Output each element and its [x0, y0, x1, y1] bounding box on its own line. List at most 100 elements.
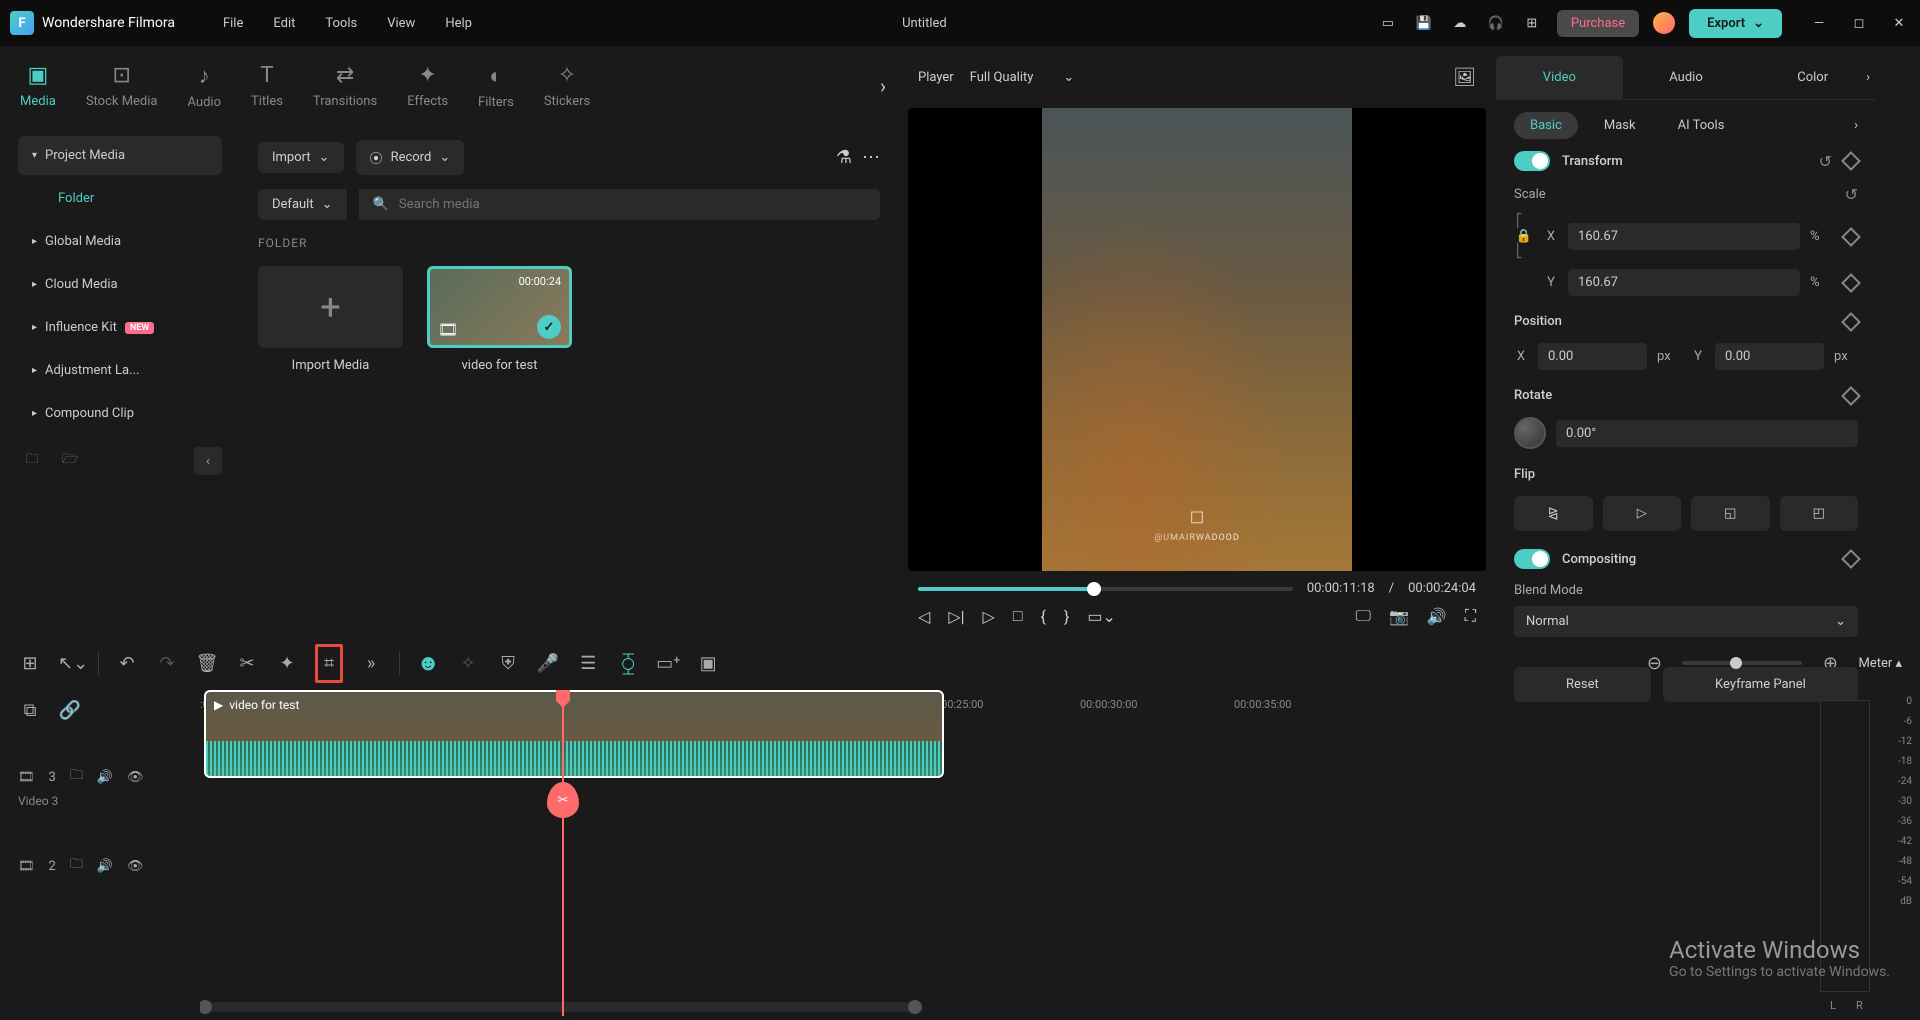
- more-icon[interactable]: ⋯: [862, 147, 880, 168]
- sparkle-icon[interactable]: ✧: [456, 653, 480, 674]
- cursor-icon[interactable]: ↖⌄: [58, 653, 82, 674]
- apps-icon[interactable]: ⊞: [1521, 12, 1543, 34]
- list-icon[interactable]: ☰: [576, 653, 600, 674]
- next-frame-icon[interactable]: ▷|: [948, 607, 964, 626]
- layout-icon[interactable]: ▭: [1377, 12, 1399, 34]
- rotate-input[interactable]: 0.00°: [1556, 420, 1858, 447]
- folder-icon[interactable]: 🗀: [70, 766, 83, 788]
- rotate-cw-button[interactable]: ◱: [1691, 496, 1770, 531]
- keyframe-diamond-icon[interactable]: [1841, 151, 1861, 171]
- redo-icon[interactable]: ↷: [155, 653, 179, 674]
- subtab-ai-tools[interactable]: AI Tools: [1662, 112, 1741, 139]
- delete-icon[interactable]: 🗑: [195, 653, 219, 674]
- export-button[interactable]: Export⌄: [1689, 9, 1782, 38]
- import-media-tile[interactable]: + Import Media: [258, 266, 403, 373]
- subtabs-next-icon[interactable]: ›: [1854, 118, 1858, 133]
- marker-add-icon[interactable]: ▭⁺: [656, 653, 680, 674]
- lock-aspect-icon[interactable]: ⎡🔒⎣: [1514, 214, 1534, 259]
- flip-horizontal-button[interactable]: ⧎: [1514, 496, 1593, 531]
- sidebar-project-media[interactable]: ▾Project Media: [18, 136, 222, 175]
- cut-icon[interactable]: ✂: [235, 653, 259, 674]
- tabs-next-icon[interactable]: ›: [880, 74, 886, 98]
- headset-icon[interactable]: 🎧: [1485, 12, 1507, 34]
- folder-icon[interactable]: 🗀: [70, 855, 83, 877]
- purchase-button[interactable]: Purchase: [1557, 10, 1639, 37]
- sidebar-influence-kit[interactable]: ▸Influence KitNEW: [18, 308, 222, 347]
- play-icon[interactable]: ▷: [983, 607, 995, 626]
- record-button[interactable]: ⦿Record⌄: [356, 140, 465, 175]
- visibility-icon[interactable]: 👁: [127, 859, 144, 874]
- keyframe-diamond-icon[interactable]: [1841, 386, 1861, 406]
- timeline-clip[interactable]: ▶video for test: [204, 690, 944, 778]
- grid-icon[interactable]: ⊞: [18, 653, 42, 674]
- volume-icon[interactable]: 🔊: [1427, 607, 1447, 626]
- transform-toggle[interactable]: [1514, 151, 1550, 171]
- shield-icon[interactable]: ⛨: [496, 653, 520, 674]
- import-button[interactable]: Import⌄: [258, 142, 344, 173]
- tab-video[interactable]: Video: [1496, 56, 1623, 99]
- keyframe-diamond-icon[interactable]: [1841, 549, 1861, 569]
- sidebar-global-media[interactable]: ▸Global Media: [18, 222, 222, 261]
- prev-frame-icon[interactable]: ◁: [918, 607, 930, 626]
- track-header-2[interactable]: 🎞2 🗀 🔊 👁: [0, 844, 200, 888]
- tab-media[interactable]: ▣Media: [20, 63, 56, 109]
- reset-icon[interactable]: ↺: [1819, 152, 1832, 171]
- sidebar-folder[interactable]: Folder: [18, 179, 222, 218]
- more-tools-icon[interactable]: »: [359, 653, 383, 674]
- snapshot-icon[interactable]: 🖼: [1453, 67, 1476, 88]
- display-icon[interactable]: 🖵: [1356, 606, 1371, 626]
- marker-icon[interactable]: ▭⌄: [1087, 607, 1116, 626]
- subtab-basic[interactable]: Basic: [1514, 112, 1578, 139]
- keyframe-diamond-icon[interactable]: [1841, 312, 1861, 332]
- tabs-next-icon[interactable]: ›: [1866, 70, 1870, 85]
- tab-color[interactable]: Color: [1749, 56, 1876, 99]
- sidebar-cloud-media[interactable]: ▸Cloud Media: [18, 265, 222, 304]
- mute-icon[interactable]: 🔊: [97, 859, 113, 874]
- tab-stickers[interactable]: ✧Stickers: [544, 63, 590, 109]
- mute-icon[interactable]: 🔊: [97, 770, 113, 785]
- scissors-icon[interactable]: ✂: [547, 782, 579, 818]
- folder-icon[interactable]: 🗁: [56, 447, 84, 475]
- mark-out-icon[interactable]: }: [1064, 607, 1069, 626]
- mark-in-icon[interactable]: {: [1041, 607, 1046, 626]
- sidebar-compound-clip[interactable]: ▸Compound Clip: [18, 394, 222, 433]
- rotate-dial[interactable]: [1514, 417, 1546, 449]
- save-icon[interactable]: 💾: [1413, 12, 1435, 34]
- copy-icon[interactable]: ⧉: [18, 700, 42, 721]
- keyframe-diamond-icon[interactable]: [1841, 227, 1861, 247]
- tab-transitions[interactable]: ⇄Transitions: [313, 63, 377, 109]
- reset-icon[interactable]: ↺: [1845, 185, 1858, 204]
- rotate-ccw-button[interactable]: ◰: [1780, 496, 1859, 531]
- sort-dropdown[interactable]: Default⌄: [258, 189, 347, 220]
- menu-help[interactable]: Help: [445, 16, 472, 31]
- maximize-icon[interactable]: ◻: [1848, 12, 1870, 34]
- playhead[interactable]: ✂: [562, 690, 564, 1016]
- link-icon[interactable]: 🔗: [58, 700, 82, 721]
- stop-icon[interactable]: □: [1013, 606, 1023, 626]
- timeline-scrollbar[interactable]: [200, 1002, 920, 1012]
- crop-button[interactable]: ⌗: [315, 644, 343, 683]
- subtab-mask[interactable]: Mask: [1588, 112, 1652, 139]
- quality-dropdown[interactable]: Full Quality⌄: [970, 70, 1075, 85]
- compositing-toggle[interactable]: [1514, 549, 1550, 569]
- camera-icon[interactable]: 📷: [1389, 607, 1409, 626]
- menu-file[interactable]: File: [223, 16, 243, 31]
- preview-viewport[interactable]: ◻ @UMAIRWADOOD: [908, 108, 1486, 571]
- keyframe-diamond-icon[interactable]: [1841, 273, 1861, 293]
- track-header-video3[interactable]: 🎞3 🗀 🔊 👁: [0, 730, 200, 824]
- filter-icon[interactable]: ⚗: [836, 147, 852, 168]
- tab-audio[interactable]: ♪Audio: [188, 63, 221, 110]
- menu-tools[interactable]: Tools: [325, 16, 357, 31]
- visibility-icon[interactable]: 👁: [127, 770, 144, 785]
- blend-mode-select[interactable]: Normal⌄: [1514, 606, 1858, 637]
- tab-titles[interactable]: TTitles: [251, 63, 283, 109]
- menu-view[interactable]: View: [387, 16, 415, 31]
- tab-audio-props[interactable]: Audio: [1623, 56, 1750, 99]
- scale-y-input[interactable]: 160.67: [1568, 269, 1800, 296]
- media-clip[interactable]: 00:00:24 🎞 ✓ video for test: [427, 266, 572, 373]
- fullscreen-icon[interactable]: ⛶: [1465, 606, 1476, 626]
- position-x-input[interactable]: 0.00: [1538, 343, 1647, 370]
- close-icon[interactable]: ✕: [1888, 12, 1910, 34]
- tab-stock-media[interactable]: ⊡Stock Media: [86, 63, 158, 109]
- fit-icon[interactable]: ▣: [696, 653, 720, 674]
